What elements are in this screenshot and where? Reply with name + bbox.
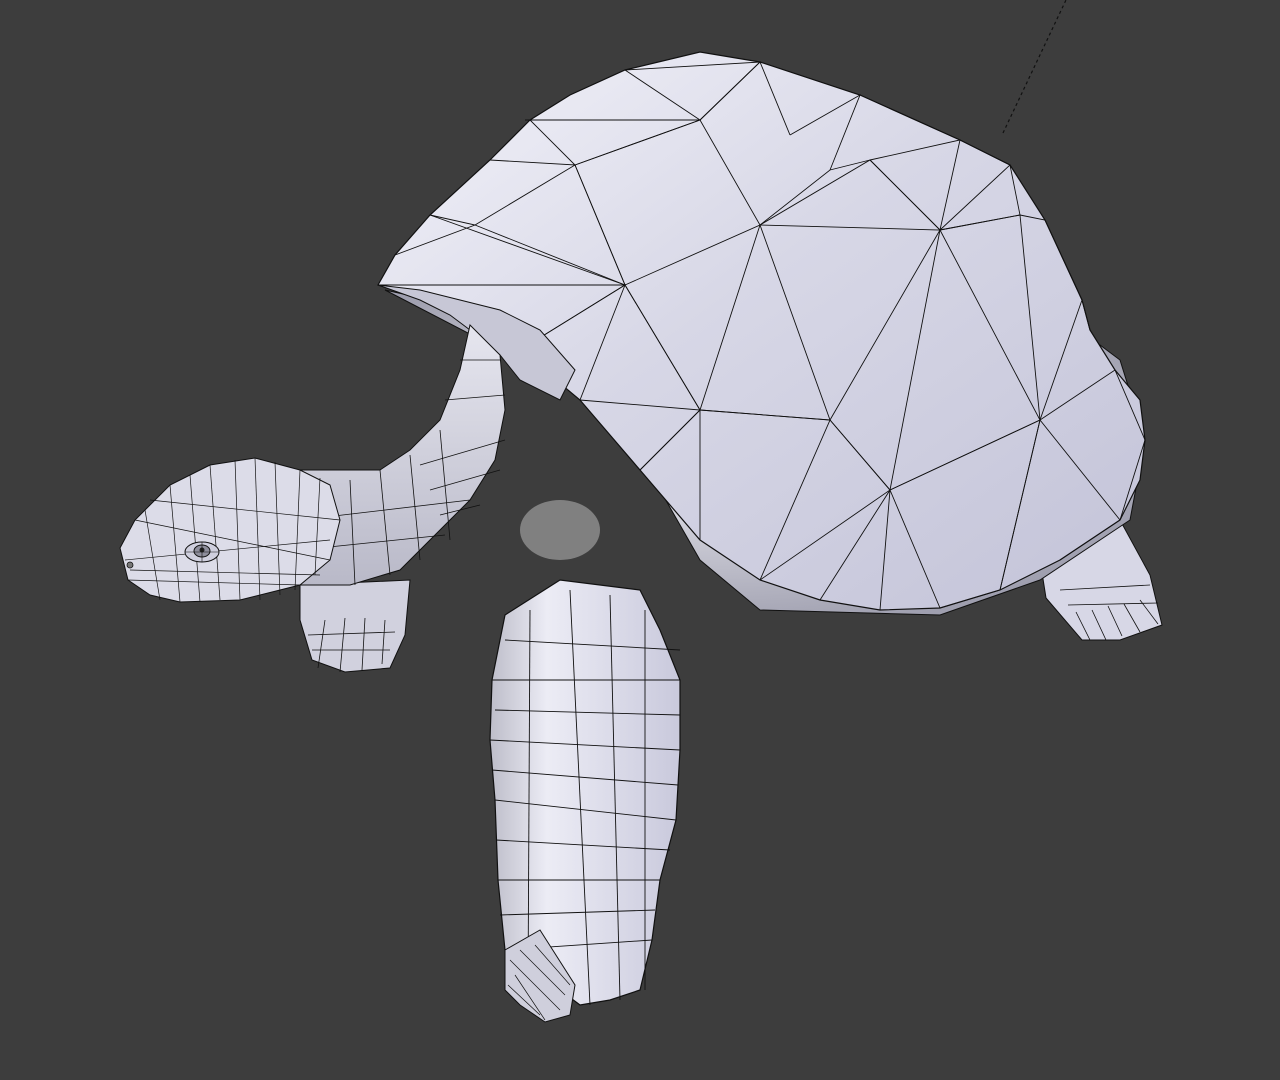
shoulder-highlight: [520, 500, 600, 560]
3d-viewport[interactable]: [0, 0, 1280, 1080]
eye: [184, 541, 220, 563]
nostril: [126, 561, 134, 569]
front-right-leg: [489, 579, 681, 1023]
tortoise-mesh[interactable]: [119, 51, 1163, 1023]
relationship-line: [1002, 0, 1067, 134]
front-left-leg: [299, 579, 411, 673]
viewport-canvas[interactable]: [0, 0, 1280, 1080]
